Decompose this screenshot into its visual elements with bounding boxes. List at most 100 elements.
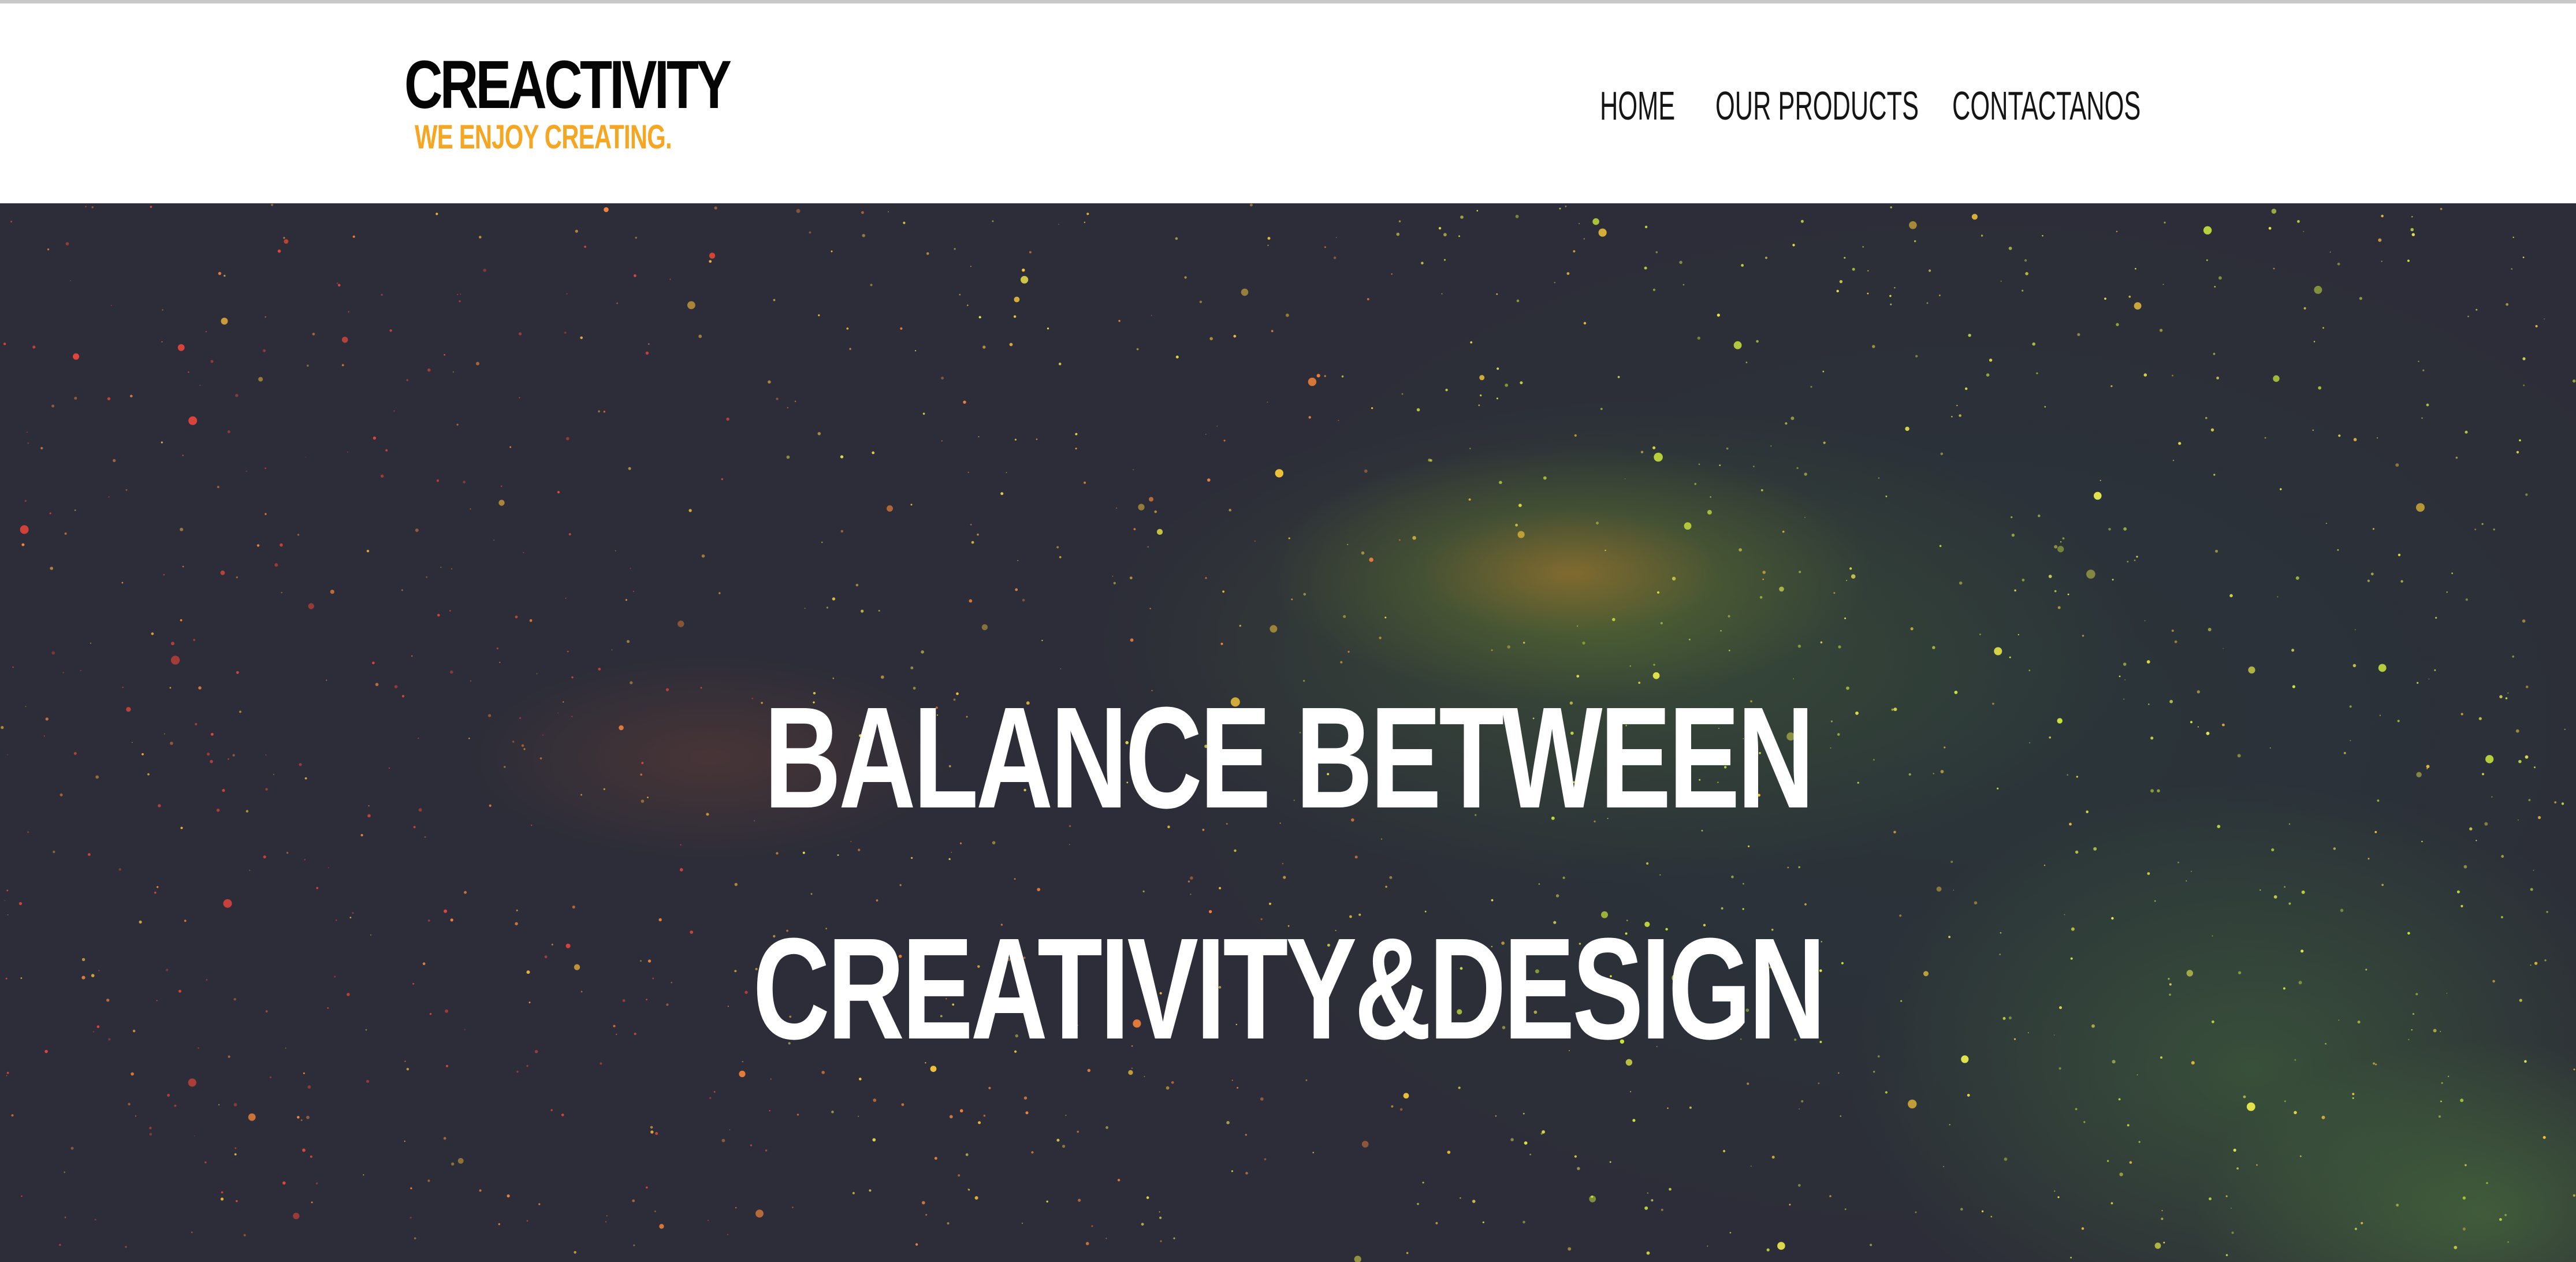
star: [1771, 1156, 1775, 1159]
star: [2011, 516, 2013, 519]
star: [1029, 251, 1032, 254]
star: [218, 1104, 220, 1105]
star: [2411, 233, 2415, 236]
star: [1470, 341, 1473, 344]
star: [1084, 221, 1086, 224]
star: [2522, 256, 2525, 258]
star: [311, 1201, 313, 1204]
star: [727, 1234, 729, 1235]
star: [1417, 1203, 1419, 1205]
star: [2354, 1227, 2357, 1230]
star: [650, 1126, 653, 1129]
star: [1647, 1192, 1648, 1194]
star: [2438, 1115, 2441, 1118]
star: [456, 423, 459, 426]
star: [654, 1211, 656, 1212]
star: [804, 608, 806, 609]
star: [1792, 244, 1795, 247]
star: [2370, 572, 2374, 576]
star: [831, 1110, 834, 1114]
star: [1723, 1149, 1726, 1153]
star: [2218, 276, 2222, 280]
star: [1159, 1211, 1160, 1213]
star: [1559, 207, 1561, 210]
star: [878, 609, 880, 612]
star: [1655, 251, 1658, 254]
star: [1672, 576, 1676, 580]
star: [2070, 1257, 2072, 1259]
star: [1956, 405, 1958, 407]
star: [2377, 437, 2378, 439]
star: [538, 1203, 541, 1205]
star: [27, 431, 28, 433]
star: [1205, 577, 1207, 579]
star: [869, 1189, 872, 1192]
star: [981, 624, 988, 631]
star: [1698, 463, 1700, 466]
star: [1579, 223, 1580, 225]
star: [1720, 630, 1722, 632]
star: [1990, 1216, 1993, 1218]
star: [992, 220, 994, 222]
star: [855, 583, 859, 587]
star: [840, 530, 844, 533]
star: [2303, 307, 2306, 310]
brand-logo[interactable]: CREACTIVITY WE ENJOY CREATING.: [404, 47, 762, 163]
star: [1804, 472, 1807, 476]
nav-link-contactanos[interactable]: CONTACTANOS: [1952, 80, 2141, 132]
star: [2216, 377, 2220, 379]
star: [1667, 1107, 1669, 1109]
star: [2543, 1136, 2546, 1139]
star: [380, 474, 384, 478]
star: [1644, 1206, 1648, 1210]
star: [2099, 479, 2101, 481]
star: [2499, 1218, 2502, 1221]
star: [2462, 1196, 2466, 1200]
star: [2465, 1164, 2467, 1167]
star: [1226, 1120, 1230, 1125]
star: [970, 523, 972, 526]
star: [921, 1201, 925, 1205]
star: [714, 206, 717, 210]
star: [2119, 1172, 2123, 1177]
star: [616, 302, 618, 304]
star: [284, 239, 289, 244]
star: [1797, 1183, 1801, 1187]
star: [218, 271, 222, 276]
star: [2229, 594, 2233, 598]
star: [2422, 369, 2425, 371]
star: [519, 397, 520, 399]
star: [633, 1244, 635, 1246]
star: [2129, 1161, 2132, 1164]
star: [2143, 373, 2147, 377]
star: [1469, 448, 1471, 449]
star: [2322, 327, 2324, 329]
star: [625, 599, 627, 601]
star: [74, 397, 77, 400]
star: [2213, 474, 2216, 476]
star: [1617, 375, 1620, 378]
nav-link-home[interactable]: HOME: [1600, 80, 1675, 132]
star: [1800, 219, 1804, 223]
star: [2337, 262, 2340, 266]
star: [1133, 528, 1136, 531]
star: [507, 1194, 510, 1198]
star: [27, 442, 29, 444]
star: [341, 337, 348, 343]
star: [2138, 1141, 2141, 1143]
star: [125, 489, 128, 491]
star: [2008, 247, 2012, 250]
star: [2396, 1204, 2399, 1207]
star: [1077, 1130, 1079, 1133]
star: [1762, 578, 1764, 580]
star: [750, 1144, 752, 1146]
star: [2511, 268, 2513, 270]
star: [526, 1220, 528, 1222]
star: [1361, 1141, 1369, 1148]
star: [821, 541, 823, 543]
star: [2225, 1254, 2228, 1256]
star: [258, 377, 263, 382]
star: [2154, 1242, 2161, 1249]
nav-link-our-products[interactable]: OUR PRODUCTS: [1715, 80, 1919, 132]
star: [1612, 617, 1615, 621]
